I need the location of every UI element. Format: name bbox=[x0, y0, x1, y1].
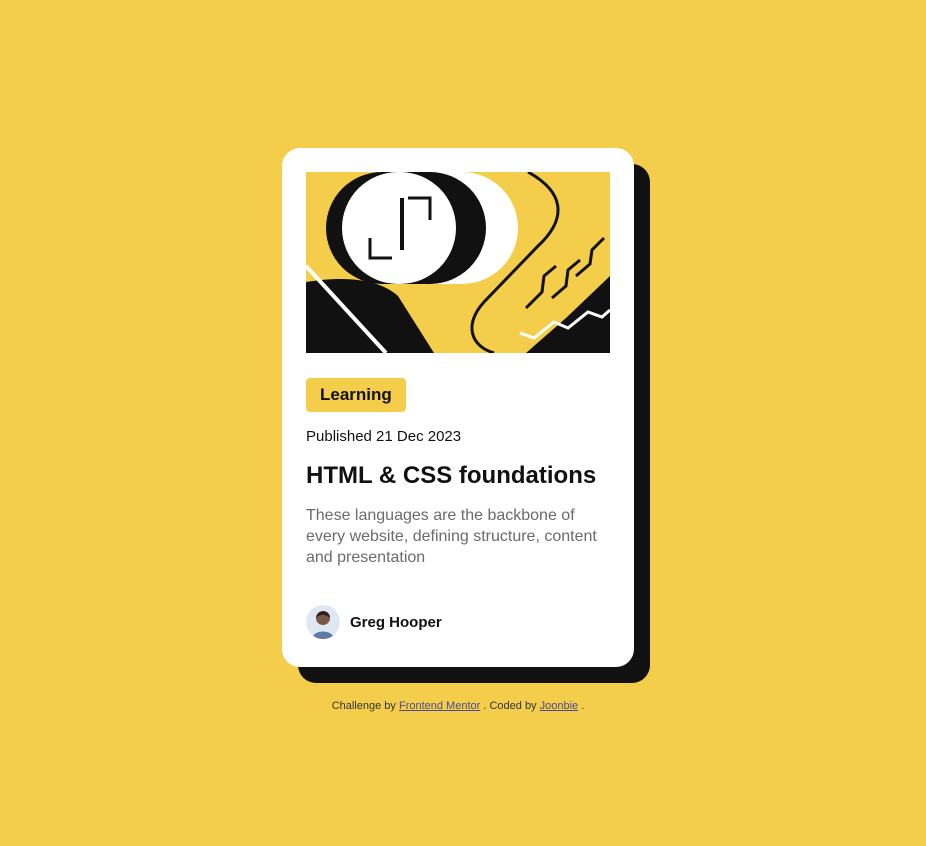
attribution-middle: . Coded by bbox=[483, 700, 540, 712]
blog-preview-card: Learning Published 21 Dec 2023 HTML & CS… bbox=[282, 148, 634, 667]
avatar-icon bbox=[306, 605, 340, 639]
card-description: These languages are the backbone of ever… bbox=[306, 507, 597, 566]
attribution: Challenge by Frontend Mentor . Coded by … bbox=[0, 700, 916, 712]
card-title[interactable]: HTML & CSS foundations bbox=[306, 460, 610, 492]
coder-link[interactable]: Joonbie bbox=[540, 700, 579, 712]
author-name: Greg Hooper bbox=[350, 613, 442, 631]
hero-illustration bbox=[306, 172, 610, 353]
category-badge: Learning bbox=[306, 378, 406, 412]
author: Greg Hooper bbox=[306, 605, 442, 639]
frontend-mentor-link[interactable]: Frontend Mentor bbox=[399, 700, 480, 712]
page: Learning Published 21 Dec 2023 HTML & CS… bbox=[0, 0, 926, 846]
published-date: Published 21 Dec 2023 bbox=[306, 428, 462, 445]
attribution-suffix: . bbox=[581, 700, 585, 712]
attribution-prefix: Challenge by bbox=[331, 700, 399, 712]
